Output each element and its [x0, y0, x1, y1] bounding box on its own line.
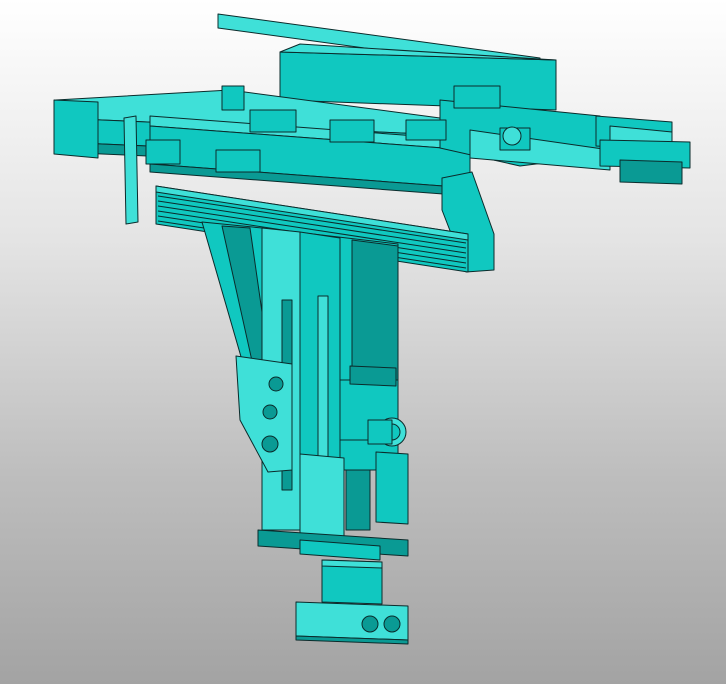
lower-actuator [375, 451, 409, 525]
rear-block [279, 51, 557, 111]
vertical-column [201, 221, 409, 561]
gripper-base [295, 559, 409, 645]
cad-assembly-model [53, 13, 691, 645]
cad-viewport[interactable] [0, 0, 726, 684]
left-end-block [53, 99, 99, 159]
left-bracket [123, 115, 139, 225]
